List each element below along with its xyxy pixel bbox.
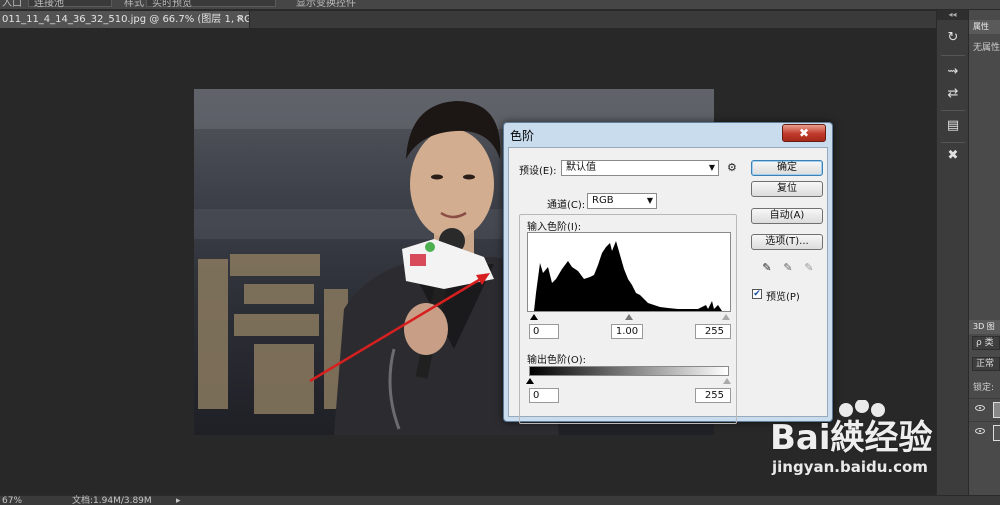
- collapse-icon[interactable]: ◂◂: [937, 10, 968, 20]
- white-eyedropper-icon[interactable]: ✎: [803, 262, 815, 274]
- tool-preset-icon[interactable]: ✖: [943, 146, 963, 166]
- history-icon[interactable]: ↻: [943, 28, 963, 48]
- output-gradient-bar: [529, 366, 729, 376]
- lock-label: 锁定:: [973, 383, 995, 393]
- layer-thumbnail: [993, 402, 1000, 418]
- optbar-item-2[interactable]: 连接池: [34, 0, 64, 9]
- output-white-field[interactable]: 255: [695, 388, 731, 403]
- input-black-field[interactable]: 0: [529, 324, 559, 339]
- optbar-item-4[interactable]: 实时预览: [152, 0, 192, 9]
- tab-layers[interactable]: 3D 图: [969, 320, 1000, 334]
- optbar-item-1[interactable]: 入口: [2, 0, 22, 9]
- properties-layers-panel: 属性 无属性 3D 图 ρ 类 正常 锁定:: [968, 10, 1000, 495]
- close-icon[interactable]: ×: [235, 11, 243, 28]
- preset-label: 预设(E):: [519, 166, 557, 177]
- layer-thumbnail: [993, 425, 1000, 441]
- strip-divider: [941, 110, 965, 111]
- gray-eyedropper-icon[interactable]: ✎: [782, 262, 794, 274]
- layer-row[interactable]: [969, 398, 1000, 420]
- channel-label: 通道(C):: [545, 196, 588, 211]
- input-black-slider[interactable]: [530, 314, 538, 320]
- baidu-watermark: Bai緓经验 jingyan.baidu.com: [770, 400, 950, 490]
- histogram-graph: [528, 241, 722, 311]
- input-white-field[interactable]: 255: [695, 324, 731, 339]
- paragraph-icon[interactable]: ▤: [943, 116, 963, 136]
- close-button[interactable]: ✖: [782, 124, 826, 142]
- options-bar: 入口 连接池 样式 实时预览 显示变换控件: [0, 0, 1000, 10]
- levels-dialog: 色阶 ✖ 预设(E): 默认值 ▼ ⚙ 通道(C): RGB ▼ 输入色阶(I)…: [503, 122, 833, 424]
- layer-filter-input[interactable]: ρ 类: [972, 336, 1000, 350]
- zoom-level[interactable]: 67%: [2, 496, 22, 505]
- input-gamma-field[interactable]: 1.00: [611, 324, 643, 339]
- tab-properties[interactable]: 属性: [969, 20, 1000, 34]
- tab-strip: [250, 11, 936, 28]
- channel-value: RGB: [592, 195, 614, 206]
- channel-select[interactable]: RGB ▼: [587, 193, 657, 209]
- optbar-item-3[interactable]: 样式: [124, 0, 144, 9]
- input-gamma-slider[interactable]: [625, 314, 633, 320]
- visibility-eye-icon[interactable]: [975, 428, 985, 434]
- watermark-url: jingyan.baidu.com: [772, 458, 928, 476]
- output-white-slider[interactable]: [723, 378, 731, 384]
- optbar-item-5[interactable]: 显示变换控件: [296, 0, 356, 9]
- options-button[interactable]: 选项(T)...: [751, 234, 823, 250]
- blend-mode-select[interactable]: 正常: [972, 357, 1000, 371]
- document-size: 文档:1.94M/3.89M: [72, 496, 152, 505]
- watermark-brand: Bai緓经验: [770, 418, 933, 458]
- dialog-title: 色阶: [510, 129, 535, 143]
- document-tab[interactable]: 011_11_4_14_36_32_510.jpg @ 66.7% (图层 1,…: [0, 11, 250, 28]
- preview-checkbox[interactable]: ✔: [752, 289, 762, 299]
- output-levels-label: 输出色阶(O):: [527, 355, 587, 366]
- gear-icon[interactable]: ⚙: [727, 161, 737, 174]
- black-eyedropper-icon[interactable]: ✎: [761, 262, 773, 274]
- document-tab-title: 011_11_4_14_36_32_510.jpg @ 66.7% (图层 1,…: [2, 14, 249, 25]
- reset-button[interactable]: 复位: [751, 181, 823, 197]
- properties-empty-text: 无属性: [973, 43, 1000, 53]
- output-black-field[interactable]: 0: [529, 388, 559, 403]
- status-bar: 67% 文档:1.94M/3.89M ▸: [0, 495, 1000, 505]
- output-black-slider[interactable]: [526, 378, 534, 384]
- input-levels-label: 输入色阶(I):: [527, 222, 582, 233]
- dialog-body: 预设(E): 默认值 ▼ ⚙ 通道(C): RGB ▼ 输入色阶(I): 0 1…: [508, 147, 828, 424]
- status-menu-arrow-icon[interactable]: ▸: [176, 496, 181, 505]
- brush-preset-icon[interactable]: ⇝: [943, 62, 963, 82]
- strip-divider: [941, 55, 965, 56]
- preset-value: 默认值: [566, 162, 596, 173]
- chevron-down-icon: ▼: [708, 163, 715, 172]
- layer-row[interactable]: [969, 421, 1000, 443]
- chevron-down-icon: ▼: [646, 196, 653, 205]
- strip-divider: [941, 142, 965, 143]
- visibility-eye-icon[interactable]: [975, 405, 985, 411]
- preview-label: 预览(P): [766, 292, 800, 303]
- ok-button[interactable]: 确定: [751, 160, 823, 176]
- histogram: [527, 232, 731, 312]
- auto-button[interactable]: 自动(A): [751, 208, 823, 224]
- adjust-icon[interactable]: ⇄: [943, 84, 963, 104]
- input-white-slider[interactable]: [722, 314, 730, 320]
- preset-select[interactable]: 默认值 ▼: [561, 160, 719, 176]
